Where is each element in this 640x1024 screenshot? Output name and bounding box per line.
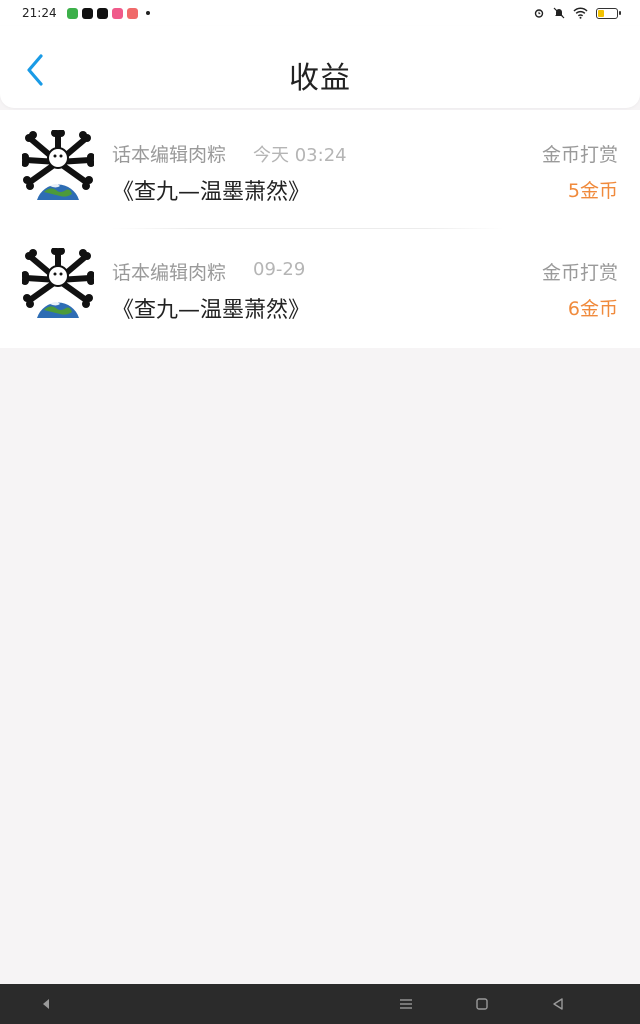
reward-time: 今天 03:24: [253, 145, 347, 166]
back-nav-button[interactable]: [548, 994, 568, 1014]
wifi-icon: [573, 7, 588, 19]
menu-button[interactable]: [396, 994, 416, 1014]
alarm-icon: [534, 9, 544, 18]
header: 收益: [0, 26, 640, 108]
menu-icon: [400, 999, 412, 1009]
app-icon-red: [126, 7, 138, 19]
more-notifications-dot: [145, 11, 150, 15]
reward-amount: 5金币: [567, 180, 618, 202]
reward-time: 09-29: [253, 259, 306, 280]
volume-down-button[interactable]: [36, 994, 56, 1014]
status-time: 21:24: [22, 6, 57, 20]
page-title: 收益: [289, 61, 351, 96]
app-icon-green: [66, 7, 78, 19]
app-icon-black: [96, 7, 108, 19]
sender-name: 话本编辑肉粽: [112, 144, 227, 166]
sender-name: 话本编辑肉粽: [112, 262, 227, 284]
navigation-bar: [0, 984, 640, 1024]
app-icon-pink: [111, 7, 123, 19]
home-button[interactable]: [472, 994, 492, 1014]
status-bar: 21:24: [0, 0, 640, 26]
list-item[interactable]: 话本编辑肉粽 09-29 《查九—温墨萧然》 金币打赏 6金币: [0, 228, 640, 346]
back-triangle-icon: [553, 998, 563, 1010]
avatar[interactable]: [22, 248, 94, 324]
book-title: 《查九—温墨萧然》: [112, 298, 311, 323]
tiktok-icon: [81, 7, 93, 19]
reward-type: 金币打赏: [541, 262, 618, 284]
notification-icons: [66, 7, 150, 19]
list-item[interactable]: 话本编辑肉粽 今天 03:24 《查九—温墨萧然》 金币打赏 5金币: [0, 110, 640, 228]
status-right-icons: [533, 7, 621, 19]
reward-amount: 6金币: [567, 298, 618, 320]
reward-type: 金币打赏: [541, 144, 618, 166]
rewards-list: 话本编辑肉粽 今天 03:24 《查九—温墨萧然》 金币打赏 5金币 话本编辑肉…: [0, 110, 640, 348]
volume-down-icon: [43, 999, 49, 1009]
battery-icon: [596, 7, 621, 19]
avatar[interactable]: [22, 130, 94, 206]
book-title: 《查九—温墨萧然》: [112, 180, 311, 205]
mute-icon: [553, 7, 565, 19]
home-square-icon: [476, 998, 488, 1010]
